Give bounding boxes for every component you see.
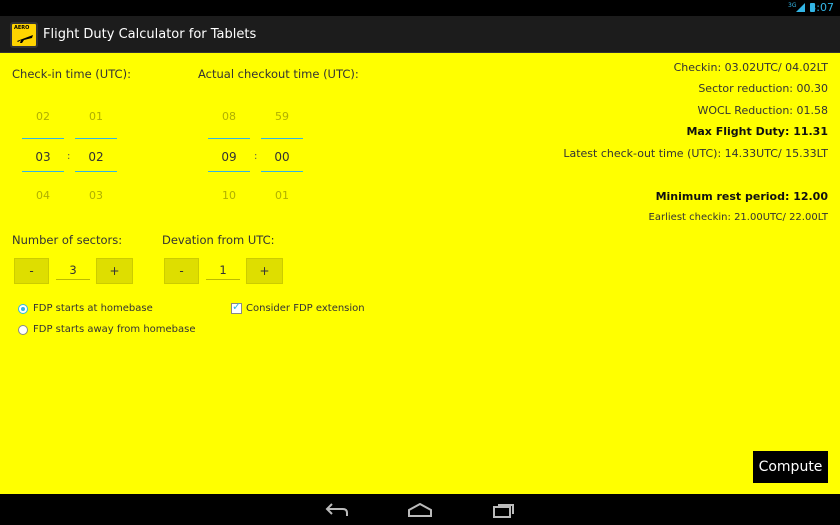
picker-divider <box>208 138 250 139</box>
checkin-minute-next[interactable]: 03 <box>75 189 117 203</box>
picker-divider <box>22 138 64 139</box>
time-separator: : <box>254 151 258 162</box>
app-title: Flight Duty Calculator for Tablets <box>43 27 257 42</box>
checkin-hour-prev[interactable]: 02 <box>22 110 64 124</box>
fdp-home-label[interactable]: FDP starts at homebase <box>33 302 153 316</box>
sectors-decrement-button[interactable]: - <box>14 258 49 284</box>
time-separator: : <box>67 151 71 162</box>
picker-divider <box>208 171 250 172</box>
signal-icon <box>796 3 805 12</box>
deviation-label: Devation from UTC: <box>162 233 275 247</box>
checkin-minute-value[interactable]: 02 <box>75 150 117 164</box>
result-wocl-reduction: WOCL Reduction: 01.58 <box>697 104 828 117</box>
picker-divider <box>22 171 64 172</box>
picker-divider <box>261 138 303 139</box>
picker-divider <box>75 138 117 139</box>
fdp-away-radio[interactable] <box>18 325 28 335</box>
result-earliest-checkin: Earliest checkin: 21.00UTC/ 22.00LT <box>648 212 828 223</box>
compute-button[interactable]: Compute <box>753 451 828 483</box>
sectors-input[interactable]: 3 <box>56 262 90 280</box>
fdp-home-radio[interactable] <box>18 304 28 314</box>
result-max-flight-duty: Max Flight Duty: 11.31 <box>686 125 828 138</box>
result-latest-checkout: Latest check-out time (UTC): 14.33UTC/ 1… <box>563 147 828 160</box>
picker-divider <box>261 171 303 172</box>
deviation-decrement-button[interactable]: - <box>164 258 199 284</box>
checkin-hour-value[interactable]: 03 <box>22 150 64 164</box>
checkout-label: Actual checkout time (UTC): <box>198 67 359 81</box>
picker-divider <box>75 171 117 172</box>
checkout-hour-next[interactable]: 10 <box>208 189 250 203</box>
app-logo[interactable]: AERO <box>10 22 38 48</box>
result-sector-reduction: Sector reduction: 00.30 <box>698 82 828 95</box>
checkout-minute-value[interactable]: 00 <box>261 150 303 164</box>
main-content: Check-in time (UTC): 02 03 04 : 01 02 03… <box>0 53 840 494</box>
checkout-minute-next[interactable]: 01 <box>261 189 303 203</box>
fdp-away-label[interactable]: FDP starts away from homebase <box>33 323 196 337</box>
status-bar <box>0 0 840 16</box>
checkout-hour-value[interactable]: 09 <box>208 150 250 164</box>
back-icon[interactable] <box>325 503 349 517</box>
deviation-increment-button[interactable]: + <box>246 258 283 284</box>
airplane-icon <box>17 35 33 43</box>
deviation-input[interactable]: 1 <box>206 262 240 280</box>
checkout-hour-prev[interactable]: 08 <box>208 110 250 124</box>
fdp-extension-checkbox[interactable] <box>231 300 242 314</box>
app-logo-text: AERO <box>14 25 30 31</box>
checkin-minute-prev[interactable]: 01 <box>75 110 117 124</box>
fdp-extension-label[interactable]: Consider FDP extension <box>246 302 365 316</box>
status-time: 3:07 <box>809 1 834 14</box>
result-minimum-rest: Minimum rest period: 12.00 <box>655 190 828 203</box>
recents-icon[interactable] <box>492 502 516 518</box>
sectors-label: Number of sectors: <box>12 233 123 247</box>
home-icon[interactable] <box>407 503 433 517</box>
checkin-hour-next[interactable]: 04 <box>22 189 64 203</box>
sectors-increment-button[interactable]: + <box>96 258 133 284</box>
checkout-minute-prev[interactable]: 59 <box>261 110 303 124</box>
result-checkin: Checkin: 03.02UTC/ 04.02LT <box>673 61 828 74</box>
checkin-label: Check-in time (UTC): <box>12 67 131 81</box>
